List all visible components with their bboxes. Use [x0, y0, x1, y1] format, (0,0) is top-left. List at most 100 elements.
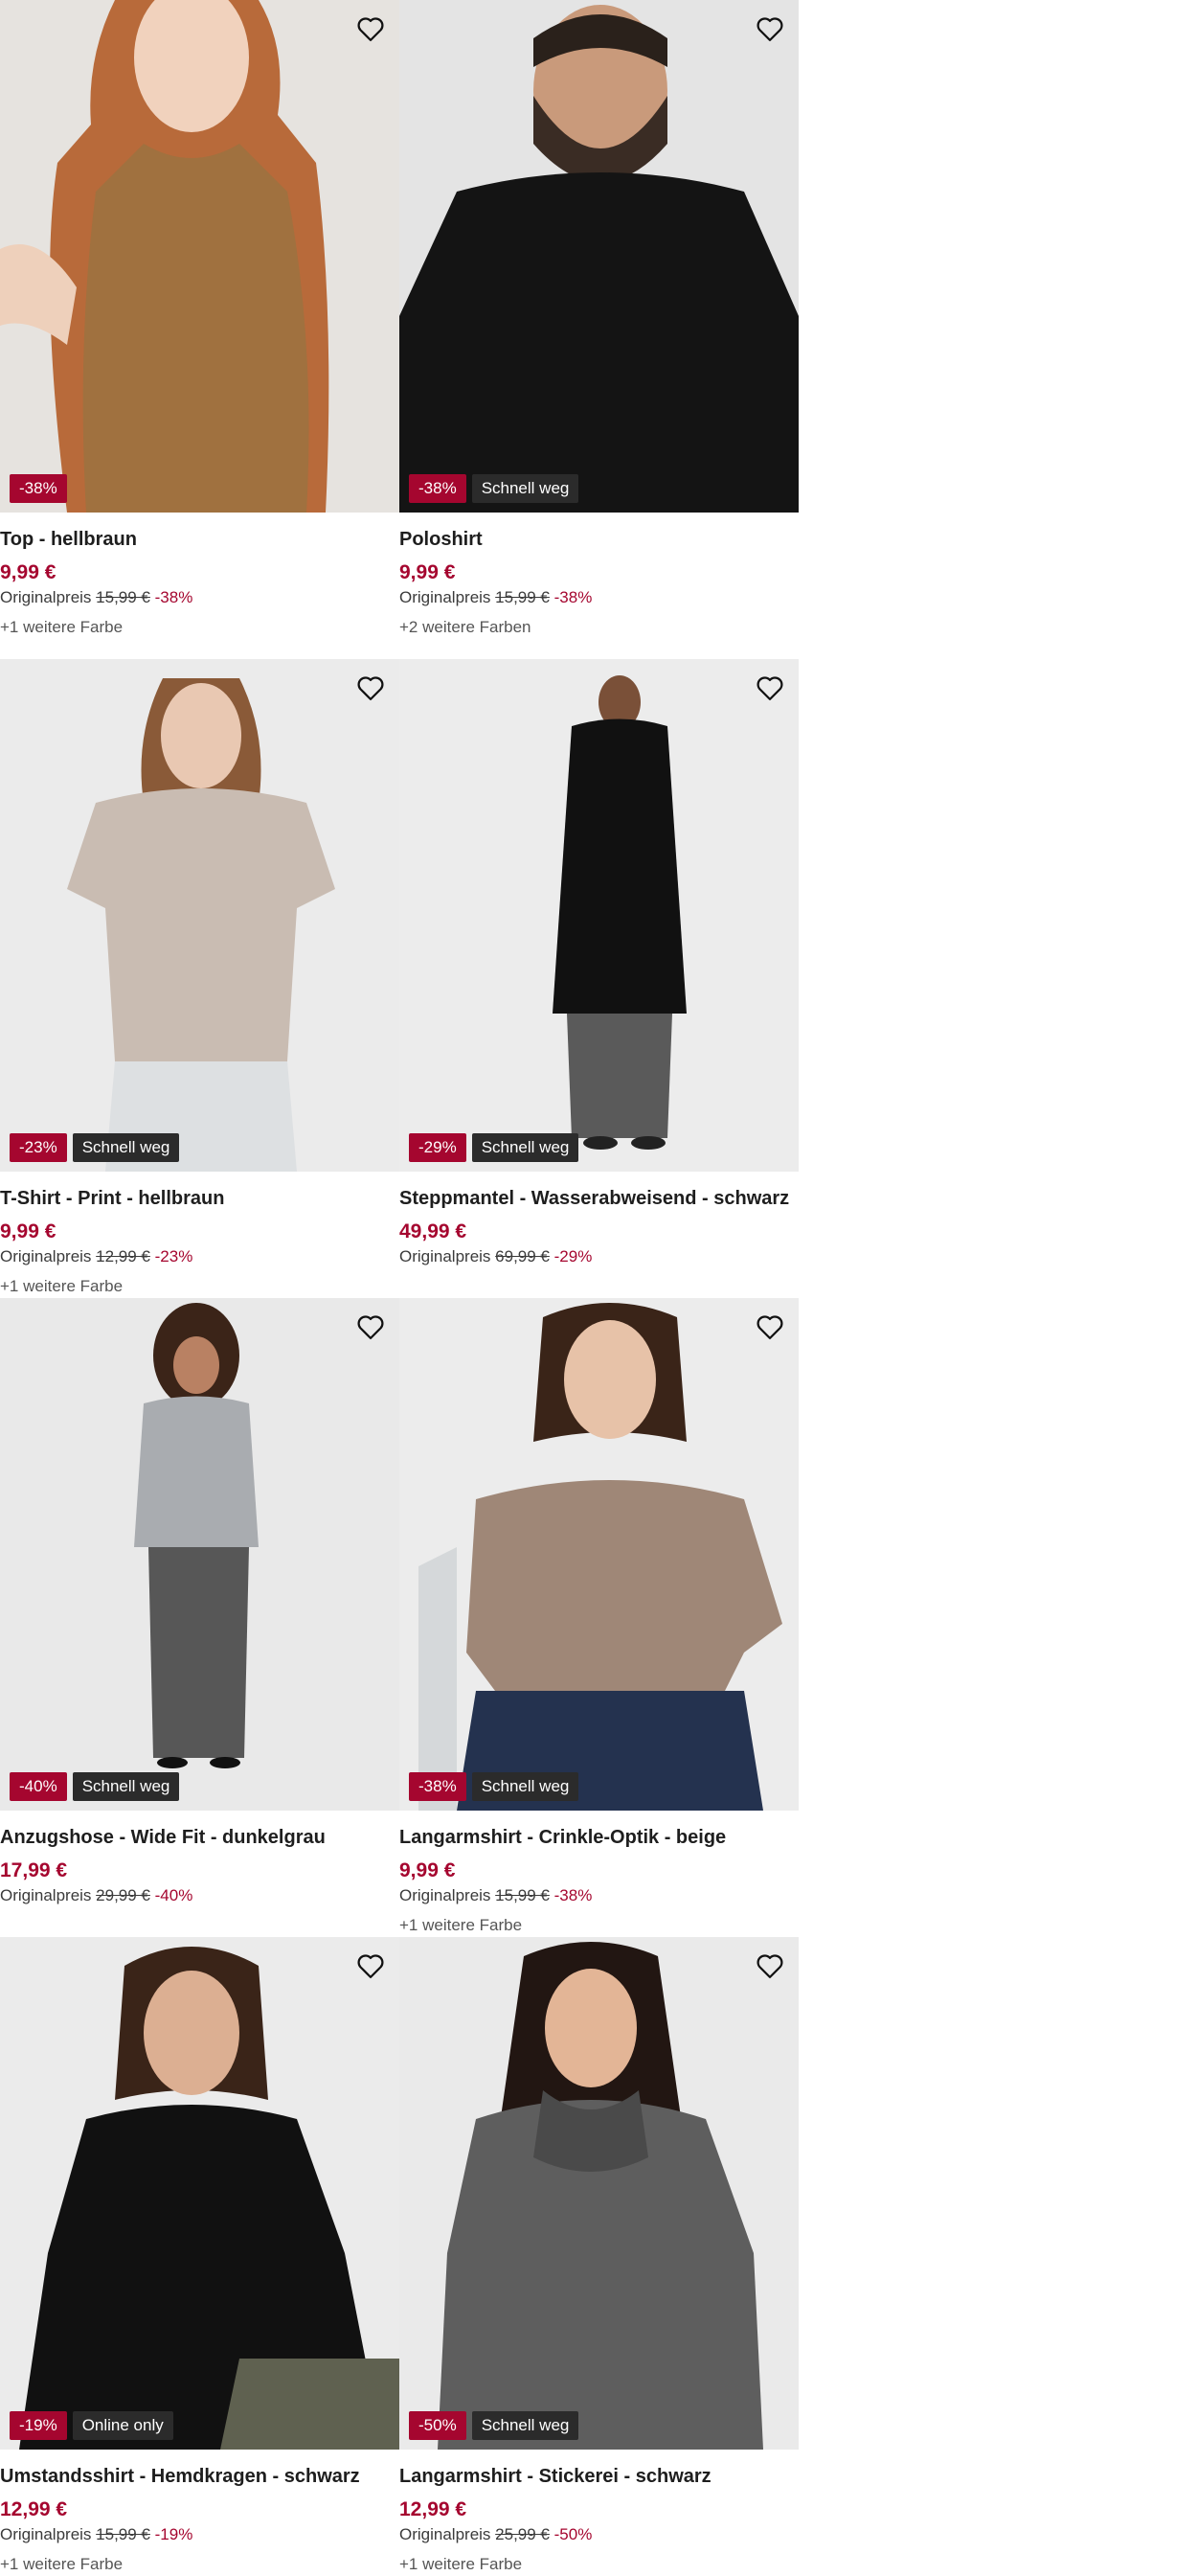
product-image[interactable]: -19% Online only — [0, 1937, 399, 2450]
product-title[interactable]: Poloshirt — [399, 529, 483, 551]
product-title[interactable]: T-Shirt - Print - hellbraun — [0, 1188, 224, 1210]
badges: -19% Online only — [10, 2411, 173, 2440]
product-title[interactable]: Top - hellbraun — [0, 529, 137, 551]
more-colors[interactable]: +1 weitere Farbe — [399, 2555, 522, 2574]
product-price: 12,99 € — [0, 2498, 68, 2520]
original-price: 15,99 € — [495, 588, 550, 606]
heart-icon — [757, 676, 783, 700]
original-price: 69,99 € — [495, 1247, 550, 1265]
favorite-button[interactable] — [753, 1310, 787, 1344]
more-colors[interactable]: +1 weitere Farbe — [0, 618, 123, 637]
discount-percent: -38% — [154, 588, 193, 606]
product-title[interactable]: Umstandsshirt - Hemdkragen - schwarz — [0, 2466, 360, 2488]
product-title[interactable]: Langarmshirt - Crinkle-Optik - beige — [399, 1827, 726, 1849]
discount-badge: -40% — [10, 1772, 67, 1801]
product-image[interactable]: -38% Schnell weg — [399, 0, 799, 513]
discount-badge: -19% — [10, 2411, 67, 2440]
product-photo — [399, 659, 799, 1172]
product-image[interactable]: -38% — [0, 0, 399, 513]
heart-icon — [357, 1954, 384, 1978]
heart-icon — [357, 676, 384, 700]
badges: -50% Schnell weg — [409, 2411, 579, 2440]
original-price-line: Originalpreis 25,99 € -50% — [399, 2525, 592, 2544]
product-image[interactable]: -40% Schnell weg — [0, 1298, 399, 1811]
heart-icon — [757, 17, 783, 41]
flag-badge: Schnell weg — [72, 1772, 180, 1801]
product-title[interactable]: Langarmshirt - Stickerei - schwarz — [399, 2466, 711, 2488]
favorite-button[interactable] — [353, 1949, 388, 1983]
product-title[interactable]: Anzugshose - Wide Fit - dunkelgrau — [0, 1827, 326, 1849]
original-price-label: Originalpreis — [0, 2525, 92, 2543]
original-price-label: Originalpreis — [399, 588, 491, 606]
flag-badge: Online only — [72, 2411, 173, 2440]
product-price: 49,99 € — [399, 1220, 467, 1242]
original-price-line: Originalpreis 15,99 € -38% — [399, 588, 592, 607]
more-colors[interactable]: +1 weitere Farbe — [0, 2555, 123, 2574]
discount-percent: -38% — [553, 1886, 593, 1904]
original-price-label: Originalpreis — [399, 2525, 491, 2543]
badges: -40% Schnell weg — [10, 1772, 180, 1801]
product-price: 9,99 € — [399, 1859, 456, 1881]
flag-badge: Schnell weg — [471, 1133, 579, 1162]
favorite-button[interactable] — [753, 11, 787, 46]
original-price: 15,99 € — [495, 1886, 550, 1904]
original-price: 15,99 € — [96, 588, 150, 606]
badges: -38% — [10, 474, 67, 503]
discount-badge: -38% — [10, 474, 67, 503]
discount-percent: -23% — [154, 1247, 193, 1265]
favorite-button[interactable] — [753, 1949, 787, 1983]
flag-badge: Schnell weg — [471, 474, 579, 503]
heart-icon — [757, 1954, 783, 1978]
discount-percent: -50% — [553, 2525, 593, 2543]
original-price: 25,99 € — [495, 2525, 550, 2543]
product-image[interactable]: -29% Schnell weg — [399, 659, 799, 1172]
product-photo — [0, 0, 399, 513]
original-price-line: Originalpreis 15,99 € -19% — [0, 2525, 192, 2544]
favorite-button[interactable] — [353, 671, 388, 705]
badges: -23% Schnell weg — [10, 1133, 180, 1162]
product-price: 12,99 € — [399, 2498, 467, 2520]
discount-badge: -38% — [409, 1772, 466, 1801]
product-photo — [399, 1298, 799, 1811]
original-price: 15,99 € — [96, 2525, 150, 2543]
flag-badge: Schnell weg — [471, 2411, 579, 2440]
badges: -38% Schnell weg — [409, 474, 579, 503]
product-photo — [399, 1937, 799, 2450]
product-image[interactable]: -38% Schnell weg — [399, 1298, 799, 1811]
original-price: 12,99 € — [96, 1247, 150, 1265]
original-price-label: Originalpreis — [0, 1886, 92, 1904]
badges: -38% Schnell weg — [409, 1772, 579, 1801]
discount-percent: -29% — [553, 1247, 593, 1265]
heart-icon — [357, 17, 384, 41]
discount-percent: -38% — [553, 588, 593, 606]
original-price-line: Originalpreis 12,99 € -23% — [0, 1247, 192, 1266]
discount-badge: -23% — [10, 1133, 67, 1162]
discount-badge: -29% — [409, 1133, 466, 1162]
favorite-button[interactable] — [753, 671, 787, 705]
original-price-label: Originalpreis — [399, 1247, 491, 1265]
favorite-button[interactable] — [353, 1310, 388, 1344]
product-price: 9,99 € — [0, 1220, 56, 1242]
flag-badge: Schnell weg — [471, 1772, 579, 1801]
discount-percent: -19% — [154, 2525, 193, 2543]
original-price-line: Originalpreis 15,99 € -38% — [0, 588, 192, 607]
favorite-button[interactable] — [353, 11, 388, 46]
original-price-label: Originalpreis — [399, 1886, 491, 1904]
discount-badge: -50% — [409, 2411, 466, 2440]
original-price-line: Originalpreis 69,99 € -29% — [399, 1247, 592, 1266]
product-price: 9,99 € — [399, 561, 456, 583]
product-price: 17,99 € — [0, 1859, 68, 1881]
product-photo — [0, 659, 399, 1172]
original-price-line: Originalpreis 29,99 € -40% — [0, 1886, 192, 1905]
product-image[interactable]: -50% Schnell weg — [399, 1937, 799, 2450]
more-colors[interactable]: +2 weitere Farben — [399, 618, 531, 637]
product-image[interactable]: -23% Schnell weg — [0, 659, 399, 1172]
original-price: 29,99 € — [96, 1886, 150, 1904]
discount-percent: -40% — [154, 1886, 193, 1904]
product-photo — [0, 1298, 399, 1811]
more-colors[interactable]: +1 weitere Farbe — [0, 1277, 123, 1296]
more-colors[interactable]: +1 weitere Farbe — [399, 1916, 522, 1935]
heart-icon — [757, 1315, 783, 1339]
flag-badge: Schnell weg — [72, 1133, 180, 1162]
product-title[interactable]: Steppmantel - Wasserabweisend - schwarz — [399, 1188, 789, 1210]
